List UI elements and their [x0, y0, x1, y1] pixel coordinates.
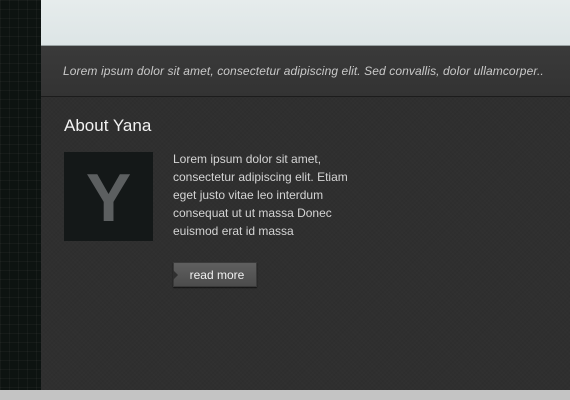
read-more-button[interactable]: read more [173, 262, 257, 287]
page: Lorem ipsum dolor sit amet, consectetur … [0, 0, 570, 400]
avatar: Y [64, 152, 153, 241]
read-more-label: read more [189, 268, 245, 282]
left-rail [0, 0, 41, 390]
about-section: About Yana Y Lorem ipsum dolor sit amet,… [41, 97, 570, 390]
bio-text: Lorem ipsum dolor sit amet, consectetur … [173, 152, 348, 238]
section-title: About Yana [64, 116, 152, 135]
avatar-letter: Y [85, 159, 132, 236]
tagline-bar: Lorem ipsum dolor sit amet, consectetur … [41, 46, 570, 97]
arrow-right-icon [173, 270, 178, 280]
tagline-text: Lorem ipsum dolor sit amet, consectetur … [63, 64, 544, 78]
top-band [41, 0, 570, 46]
footer-strip [0, 390, 570, 400]
